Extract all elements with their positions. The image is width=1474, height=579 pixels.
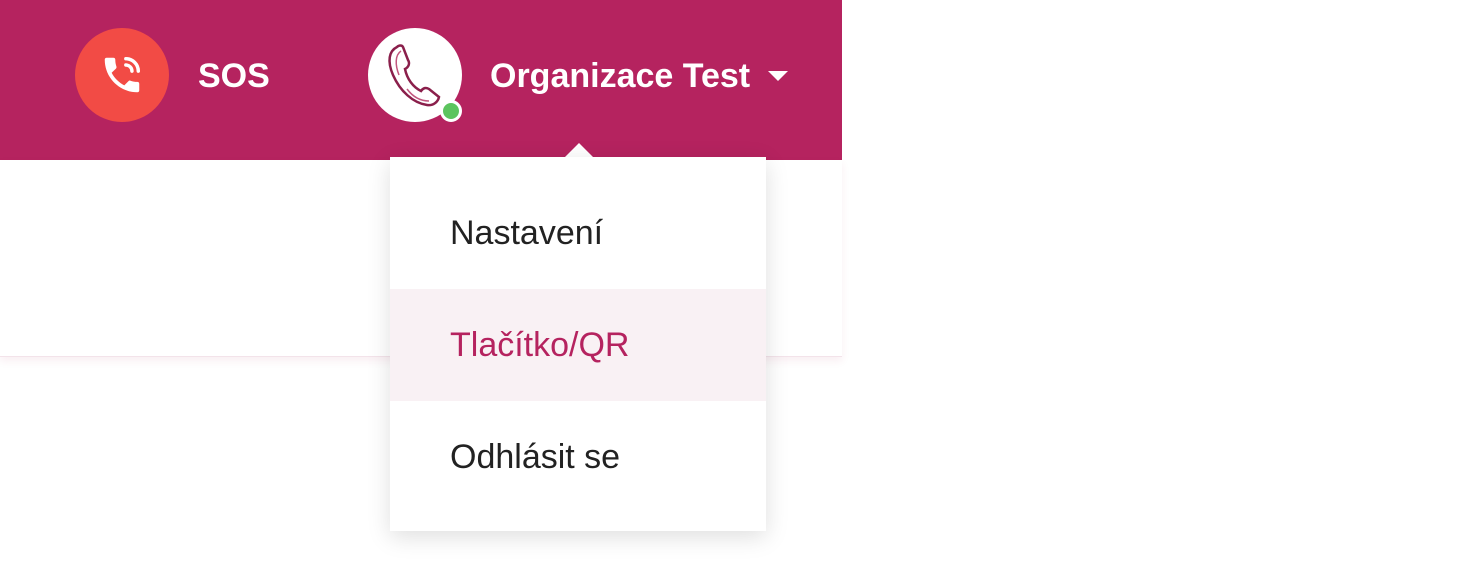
dropdown-pointer (564, 143, 594, 158)
organization-name[interactable]: Organizace Test (490, 56, 750, 96)
sos-button[interactable] (75, 28, 169, 122)
sos-label[interactable]: SOS (198, 56, 270, 96)
telephone-handset-icon (388, 44, 441, 107)
menu-item-label: Tlačítko/QR (450, 325, 630, 364)
organization-avatar[interactable] (368, 28, 462, 122)
top-header: SOS Organizace Test (0, 0, 842, 160)
menu-item-label: Odhlásit se (450, 437, 621, 476)
chevron-down-icon[interactable] (768, 71, 788, 81)
menu-item-settings[interactable]: Nastavení (390, 177, 766, 289)
menu-item-label: Nastavení (450, 213, 604, 252)
menu-item-button-qr[interactable]: Tlačítko/QR (390, 289, 766, 401)
online-status-indicator (440, 100, 462, 122)
menu-item-logout[interactable]: Odhlásit se (390, 401, 766, 513)
phone-ringing-icon (104, 56, 141, 93)
user-dropdown-menu: Nastavení Tlačítko/QR Odhlásit se (390, 157, 766, 531)
